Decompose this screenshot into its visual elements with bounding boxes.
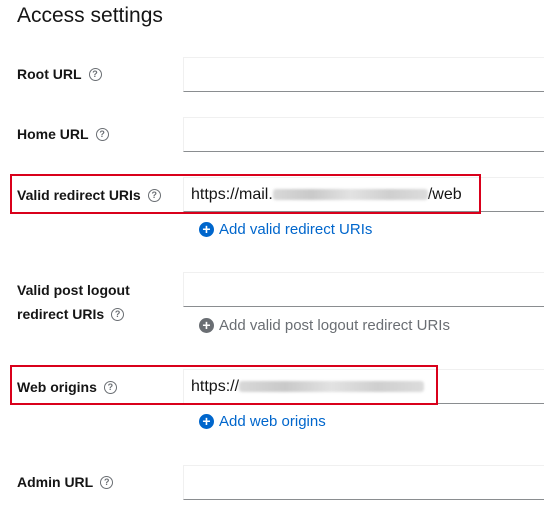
root-url-input[interactable] <box>183 57 544 92</box>
highlight-box <box>10 174 481 214</box>
post-logout-input[interactable] <box>183 272 544 307</box>
help-icon[interactable]: ? <box>100 475 114 489</box>
add-valid-redirect-button[interactable]: + Add valid redirect URIs <box>199 221 372 238</box>
help-icon[interactable]: ? <box>111 307 125 321</box>
home-url-input[interactable] <box>183 117 544 152</box>
post-logout-label: Valid post logout redirect URIs ? <box>17 278 130 326</box>
post-logout-label-line1: Valid post logout <box>17 282 130 298</box>
home-url-label: Home URL ? <box>17 126 109 142</box>
root-url-label: Root URL ? <box>17 66 102 82</box>
highlight-box <box>10 365 438 405</box>
section-title: Access settings <box>17 4 163 27</box>
root-url-label-text: Root URL <box>17 66 82 82</box>
plus-circle-icon: + <box>199 318 214 333</box>
add-web-origins-button[interactable]: + Add web origins <box>199 413 326 430</box>
add-post-logout-label: Add valid post logout redirect URIs <box>219 317 450 334</box>
post-logout-label-line2-wrap: redirect URIs ? <box>17 302 130 326</box>
admin-url-input[interactable] <box>183 465 544 500</box>
home-url-label-text: Home URL <box>17 126 89 142</box>
plus-circle-icon: + <box>199 414 214 429</box>
add-post-logout-button[interactable]: + Add valid post logout redirect URIs <box>199 317 450 334</box>
post-logout-label-line2: redirect URIs <box>17 306 105 322</box>
admin-url-label: Admin URL ? <box>17 474 114 490</box>
help-icon[interactable]: ? <box>95 127 109 141</box>
admin-url-label-text: Admin URL <box>17 474 94 490</box>
add-web-origins-label: Add web origins <box>219 413 326 430</box>
help-icon[interactable]: ? <box>88 67 102 81</box>
plus-circle-icon: + <box>199 222 214 237</box>
add-valid-redirect-label: Add valid redirect URIs <box>219 221 373 238</box>
